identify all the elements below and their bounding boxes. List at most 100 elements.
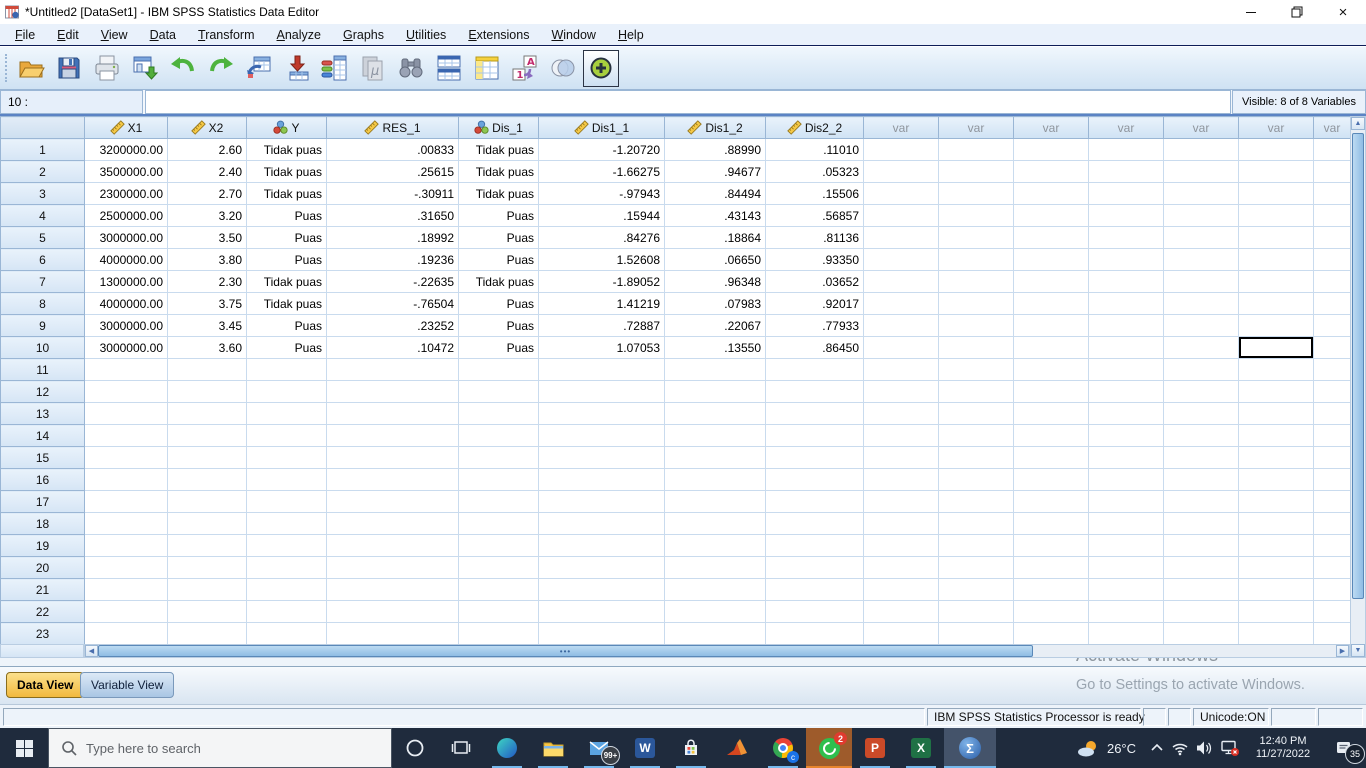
cell-r16-c7[interactable]	[664, 468, 766, 491]
cell-r14-c8[interactable]	[765, 424, 864, 447]
cell-r16-c15[interactable]	[1313, 468, 1350, 491]
cell-r23-c1[interactable]	[84, 622, 168, 644]
cell-r1-c5[interactable]: Tidak puas	[458, 138, 539, 161]
cell-r22-c4[interactable]	[326, 600, 459, 623]
column-header-y[interactable]: Y	[246, 116, 327, 139]
cell-r6-c1[interactable]: 4000000.00	[84, 248, 168, 271]
descriptives-button[interactable]: μ	[355, 50, 391, 87]
restore-button[interactable]	[1274, 0, 1320, 24]
cell-r13-c13[interactable]	[1163, 402, 1239, 425]
cell-r19-c8[interactable]	[765, 534, 864, 557]
cell-r9-c14[interactable]	[1238, 314, 1314, 337]
cell-r22-c10[interactable]	[938, 600, 1014, 623]
cell-r13-c3[interactable]	[246, 402, 327, 425]
cell-r12-c3[interactable]	[246, 380, 327, 403]
cell-r18-c9[interactable]	[863, 512, 939, 535]
cell-r6-c9[interactable]	[863, 248, 939, 271]
cell-r21-c9[interactable]	[863, 578, 939, 601]
cell-r22-c9[interactable]	[863, 600, 939, 623]
row-number[interactable]: 23	[0, 622, 85, 644]
cell-r13-c6[interactable]	[538, 402, 665, 425]
cell-r23-c13[interactable]	[1163, 622, 1239, 644]
cell-r16-c6[interactable]	[538, 468, 665, 491]
cell-r13-c4[interactable]	[326, 402, 459, 425]
cell-r19-c11[interactable]	[1013, 534, 1089, 557]
cell-r11-c7[interactable]	[664, 358, 766, 381]
cell-r5-c9[interactable]	[863, 226, 939, 249]
cell-r20-c14[interactable]	[1238, 556, 1314, 579]
cell-r12-c10[interactable]	[938, 380, 1014, 403]
cell-r13-c9[interactable]	[863, 402, 939, 425]
cell-r7-c9[interactable]	[863, 270, 939, 293]
cell-r20-c3[interactable]	[246, 556, 327, 579]
cell-r10-c13[interactable]	[1163, 336, 1239, 359]
cell-r14-c11[interactable]	[1013, 424, 1089, 447]
cell-r4-c15[interactable]	[1313, 204, 1350, 227]
start-button[interactable]	[0, 728, 48, 768]
cell-r19-c10[interactable]	[938, 534, 1014, 557]
cell-r4-c12[interactable]	[1088, 204, 1164, 227]
cell-r6-c12[interactable]	[1088, 248, 1164, 271]
cell-r21-c15[interactable]	[1313, 578, 1350, 601]
cell-r8-c6[interactable]: 1.41219	[538, 292, 665, 315]
cell-r16-c1[interactable]	[84, 468, 168, 491]
cell-r8-c11[interactable]	[1013, 292, 1089, 315]
cell-r2-c1[interactable]: 3500000.00	[84, 160, 168, 183]
cell-r9-c3[interactable]: Puas	[246, 314, 327, 337]
cell-r22-c15[interactable]	[1313, 600, 1350, 623]
cell-r5-c12[interactable]	[1088, 226, 1164, 249]
row-number[interactable]: 21	[0, 578, 85, 601]
column-header-var-3[interactable]: var	[1013, 116, 1089, 139]
row-number[interactable]: 1	[0, 138, 85, 161]
cell-r17-c14[interactable]	[1238, 490, 1314, 513]
cell-r8-c4[interactable]: -.76504	[326, 292, 459, 315]
row-number[interactable]: 15	[0, 446, 85, 469]
vertical-scrollbar[interactable]: ▲ ▼	[1350, 116, 1366, 658]
column-header-x2[interactable]: X2	[167, 116, 247, 139]
cell-r7-c10[interactable]	[938, 270, 1014, 293]
cell-r4-c1[interactable]: 2500000.00	[84, 204, 168, 227]
close-button[interactable]: ×	[1320, 0, 1366, 24]
cell-r14-c3[interactable]	[246, 424, 327, 447]
cell-r12-c13[interactable]	[1163, 380, 1239, 403]
cell-r17-c10[interactable]	[938, 490, 1014, 513]
cell-r17-c2[interactable]	[167, 490, 247, 513]
tab-data-view[interactable]: Data View	[6, 672, 85, 698]
cell-r4-c10[interactable]	[938, 204, 1014, 227]
cell-r16-c12[interactable]	[1088, 468, 1164, 491]
cell-r16-c2[interactable]	[167, 468, 247, 491]
cell-r15-c9[interactable]	[863, 446, 939, 469]
word-button[interactable]	[622, 728, 668, 768]
cell-r19-c7[interactable]	[664, 534, 766, 557]
cell-r15-c6[interactable]	[538, 446, 665, 469]
cell-r11-c3[interactable]	[246, 358, 327, 381]
undo-button[interactable]	[165, 50, 201, 87]
cell-r9-c2[interactable]: 3.45	[167, 314, 247, 337]
cell-r22-c14[interactable]	[1238, 600, 1314, 623]
cell-r11-c4[interactable]	[326, 358, 459, 381]
cell-r10-c8[interactable]: .86450	[765, 336, 864, 359]
cell-r11-c10[interactable]	[938, 358, 1014, 381]
cell-r2-c15[interactable]	[1313, 160, 1350, 183]
cell-r9-c9[interactable]	[863, 314, 939, 337]
cell-r5-c1[interactable]: 3000000.00	[84, 226, 168, 249]
cell-r7-c6[interactable]: -1.89052	[538, 270, 665, 293]
cell-r11-c13[interactable]	[1163, 358, 1239, 381]
cell-r7-c13[interactable]	[1163, 270, 1239, 293]
cell-r4-c3[interactable]: Puas	[246, 204, 327, 227]
cell-r4-c5[interactable]: Puas	[458, 204, 539, 227]
cell-r20-c5[interactable]	[458, 556, 539, 579]
find-button[interactable]	[393, 50, 429, 87]
cell-r23-c7[interactable]	[664, 622, 766, 644]
cell-r10-c10[interactable]	[938, 336, 1014, 359]
matlab-button[interactable]	[714, 728, 760, 768]
cell-r14-c13[interactable]	[1163, 424, 1239, 447]
cell-r3-c13[interactable]	[1163, 182, 1239, 205]
cell-r10-c3[interactable]: Puas	[246, 336, 327, 359]
cell-r3-c4[interactable]: -.30911	[326, 182, 459, 205]
recall-dialogs-button[interactable]	[127, 50, 163, 87]
cell-r8-c13[interactable]	[1163, 292, 1239, 315]
cell-r14-c7[interactable]	[664, 424, 766, 447]
cell-r4-c2[interactable]: 3.20	[167, 204, 247, 227]
show-all-variables-button[interactable]	[583, 49, 619, 87]
